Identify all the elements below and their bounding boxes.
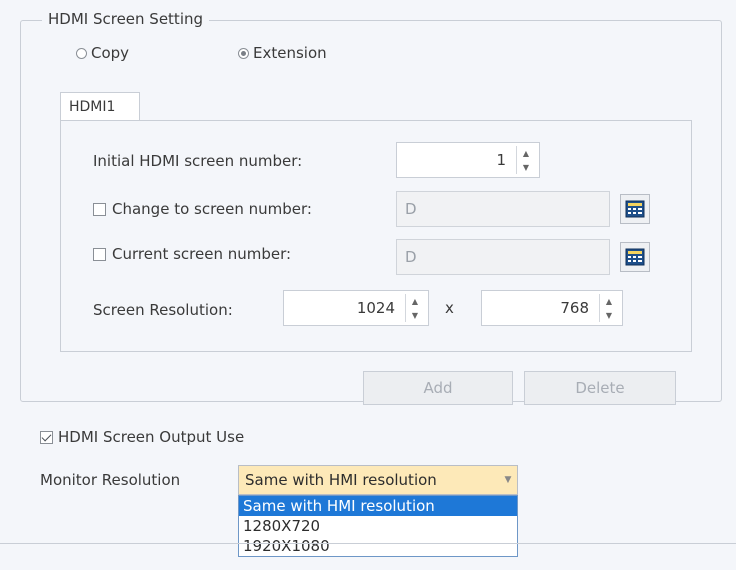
current-screen-checkbox[interactable] [93,247,106,261]
resolution-height-value: 768 [560,299,589,317]
dropdown-option[interactable]: 1280X720 [239,516,517,536]
copy-radio-label: Copy [91,44,130,62]
delete-button-label: Delete [575,379,625,397]
change-screen-label: Change to screen number: [112,200,312,218]
monitor-resolution-dropdown: Same with HMI resolution 1280X720 1920X1… [238,495,518,557]
monitor-resolution-combo[interactable]: Same with HMI resolution ▼ [238,465,518,495]
current-screen-field: D [396,239,610,275]
extension-radio-circle[interactable] [238,47,249,59]
current-screen-picker-button[interactable] [620,242,650,272]
spin-arrows-icon[interactable]: ▲ ▼ [405,294,424,322]
resolution-width-spinbox[interactable]: 1024 ▲ ▼ [283,290,429,326]
group-title: HDMI Screen Setting [42,10,210,28]
chevron-down-icon[interactable]: ▼ [499,475,517,485]
hdmi-output-label: HDMI Screen Output Use [58,428,245,446]
hdmi-output-checkbox-row[interactable]: HDMI Screen Output Use [40,428,244,446]
extension-radio-label: Extension [253,44,327,62]
tab-hdmi1[interactable]: HDMI1 [60,92,140,120]
current-screen-checkbox-row[interactable]: Current screen number: [93,245,291,263]
initial-screen-value: 1 [496,151,506,169]
resolution-width-value: 1024 [356,299,395,317]
add-button[interactable]: Add [363,371,513,405]
hdmi-output-checkbox[interactable] [40,430,53,444]
change-screen-checkbox-row[interactable]: Change to screen number: [93,200,312,218]
initial-screen-spinbox[interactable]: 1 ▲ ▼ [396,142,540,178]
copy-radio[interactable]: Copy [76,44,129,62]
current-screen-label: Current screen number: [112,245,292,263]
monitor-resolution-selected: Same with HMI resolution [245,471,437,489]
change-screen-picker-button[interactable] [620,194,650,224]
change-screen-checkbox[interactable] [93,202,106,216]
dropdown-option[interactable]: 1920X1080 [239,536,517,556]
change-screen-value: D [405,200,417,218]
dropdown-option[interactable]: Same with HMI resolution [239,496,517,516]
initial-screen-label: Initial HDMI screen number: [93,152,303,170]
change-screen-field: D [396,191,610,227]
spin-arrows-icon[interactable]: ▲ ▼ [599,294,618,322]
extension-radio[interactable]: Extension [238,44,327,62]
footer-divider [0,543,736,544]
monitor-resolution-label: Monitor Resolution [40,471,181,489]
delete-button[interactable]: Delete [524,371,676,405]
copy-radio-circle[interactable] [76,47,87,59]
tab-hdmi1-label: HDMI1 [69,98,116,115]
screen-resolution-label: Screen Resolution: [93,301,233,319]
resolution-height-spinbox[interactable]: 768 ▲ ▼ [481,290,623,326]
table-picker-icon [625,248,645,266]
table-picker-icon [625,200,645,218]
current-screen-value: D [405,248,417,266]
add-button-label: Add [423,379,453,397]
spin-arrows-icon[interactable]: ▲ ▼ [516,146,535,174]
resolution-separator: x [445,299,454,317]
